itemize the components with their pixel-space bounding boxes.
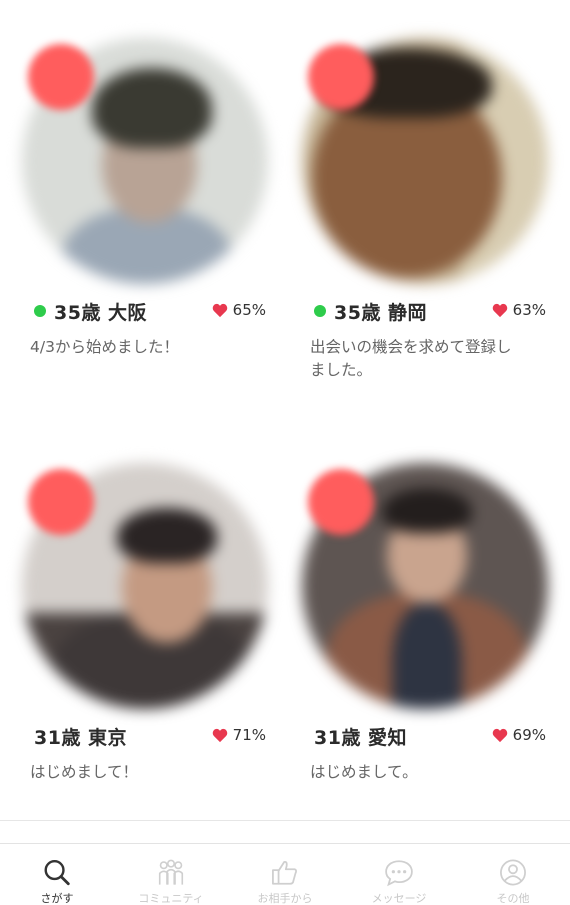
profile-card[interactable]: 35歳 大阪 65% 4/3から始めました！ [10,20,280,359]
tab-label: メッセージ [371,892,427,905]
tab-label: コミュニティ [138,892,204,905]
profile-message: はじめまして。 [310,763,418,781]
profile-card[interactable]: 31歳 愛知 69% はじめまして。 [290,445,560,784]
match-percent: 69% [512,726,546,744]
profile-photo[interactable] [290,20,560,290]
match-rate: 65% [212,301,266,319]
match-rate: 63% [492,301,546,319]
profile-photo[interactable] [10,20,280,290]
match-percent: 71% [232,726,266,744]
tab-messages[interactable]: メッセージ [342,844,456,905]
profile-message: 4/3から始めました！ [30,338,179,356]
heart-icon [212,303,227,317]
tab-likes[interactable]: お相手から [228,844,342,905]
new-badge [308,469,374,535]
heart-icon [212,728,227,742]
user-icon [500,859,526,886]
tab-other[interactable]: その他 [456,844,570,905]
profile-card[interactable]: 31歳 東京 71% はじめまして！ [10,445,280,784]
bottom-tab-bar: さがす コミュニティ お相手から メッセージ その他 [0,843,570,905]
age-area-label: 31歳 愛知 [314,726,408,749]
tab-search[interactable]: さがす [0,844,114,905]
tab-community[interactable]: コミュニティ [114,844,228,905]
online-status-dot [34,305,46,317]
match-percent: 63% [512,301,546,319]
profile-photo[interactable] [290,445,560,715]
profile-message: 出会いの機会を求めて登録し ました。 [310,338,512,379]
search-icon [44,860,70,886]
new-badge [28,469,94,535]
online-status-dot [314,305,326,317]
tab-label: その他 [496,892,530,905]
thumbs-up-icon [272,861,297,885]
profile-photo[interactable] [10,445,280,715]
tab-label: さがす [40,892,74,905]
people-icon [158,859,184,885]
profile-card[interactable]: 35歳 静岡 63% 出会いの機会を求めて登録し ました。 [290,20,560,382]
chat-bubble-icon [385,860,413,887]
new-badge [308,44,374,110]
heart-icon [492,303,507,317]
new-badge [28,44,94,110]
match-rate: 71% [212,726,266,744]
tab-label: お相手から [257,892,313,905]
age-area-label: 35歳 静岡 [334,301,428,324]
age-area-label: 35歳 大阪 [54,301,148,324]
heart-icon [492,728,507,742]
age-area-label: 31歳 東京 [34,726,128,749]
match-percent: 65% [232,301,266,319]
match-rate: 69% [492,726,546,744]
divider [0,820,570,821]
search-results-page: 35歳 大阪 65% 4/3から始めました！ 35歳 静岡 63% 出会いの機会… [0,0,570,905]
profile-message: はじめまして！ [30,763,139,781]
